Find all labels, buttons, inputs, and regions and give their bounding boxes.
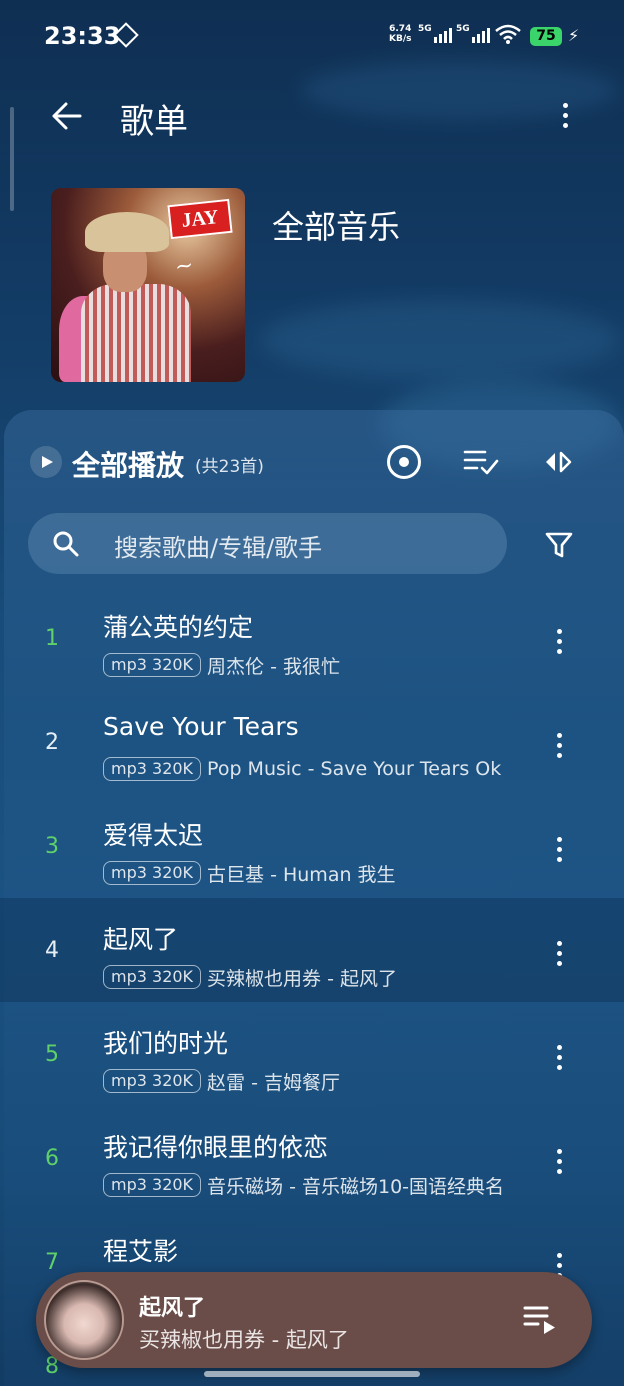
song-meta: 音乐磁场 - 音乐磁场10-国语经典名 bbox=[207, 1175, 505, 1198]
cover-badge: JAY bbox=[167, 198, 233, 240]
signal-strength-icon bbox=[472, 28, 490, 43]
page-title: 歌单 bbox=[120, 102, 188, 142]
network-speed-unit: KB/s bbox=[389, 34, 412, 44]
cover-art-shirt bbox=[81, 284, 191, 382]
song-index: 6 bbox=[45, 1146, 59, 1171]
play-all-button[interactable]: 全部播放 bbox=[72, 444, 184, 484]
playlist-name: 全部音乐 bbox=[272, 208, 401, 246]
sim2-label: 5G bbox=[456, 24, 470, 34]
filter-icon[interactable] bbox=[544, 530, 574, 560]
song-subtitle: mp3 320K 周杰伦 - 我很忙 bbox=[103, 652, 521, 678]
song-count: (共23首) bbox=[195, 457, 264, 477]
song-meta: 周杰伦 - 我很忙 bbox=[207, 655, 340, 678]
status-time: 23:33 bbox=[44, 22, 121, 50]
now-playing-cover[interactable] bbox=[44, 1280, 124, 1360]
song-row[interactable]: 2 Save Your Tears mp3 320K Pop Music - S… bbox=[0, 690, 624, 794]
play-icon[interactable] bbox=[30, 446, 62, 478]
cover-art-hat bbox=[85, 212, 169, 252]
song-more-icon[interactable] bbox=[548, 832, 570, 866]
song-title: 程艾影 bbox=[103, 1237, 179, 1266]
song-meta: 古巨基 - Human 我生 bbox=[207, 863, 396, 886]
search-icon bbox=[53, 531, 79, 557]
quality-badge: mp3 320K bbox=[103, 861, 202, 885]
battery-indicator: 75 bbox=[530, 27, 562, 46]
song-meta: 赵雷 - 吉姆餐厅 bbox=[207, 1071, 340, 1094]
quality-badge: mp3 320K bbox=[103, 1173, 202, 1197]
now-playing-title: 起风了 bbox=[139, 1296, 206, 1321]
song-row[interactable]: 1 蒲公英的约定 mp3 320K 周杰伦 - 我很忙 bbox=[0, 586, 624, 690]
song-row-now-playing[interactable]: 4 起风了 mp3 320K 买辣椒也用券 - 起风了 bbox=[0, 898, 624, 1002]
song-row[interactable]: 5 我们的时光 mp3 320K 赵雷 - 吉姆餐厅 bbox=[0, 1002, 624, 1106]
song-row[interactable]: 6 我记得你眼里的依恋 mp3 320K 音乐磁场 - 音乐磁场10-国语经典名 bbox=[0, 1106, 624, 1210]
song-more-icon[interactable] bbox=[548, 936, 570, 970]
song-subtitle: mp3 320K 音乐磁场 - 音乐磁场10-国语经典名 bbox=[103, 1172, 521, 1198]
more-vertical-icon[interactable] bbox=[553, 98, 577, 134]
quality-badge: mp3 320K bbox=[103, 757, 202, 781]
song-more-icon[interactable] bbox=[548, 624, 570, 658]
song-more-icon[interactable] bbox=[548, 1144, 570, 1178]
now-playing-subtitle: 买辣椒也用券 - 起风了 bbox=[139, 1328, 349, 1352]
song-more-icon[interactable] bbox=[548, 1040, 570, 1074]
playlist-cover[interactable]: JAY ~ bbox=[51, 188, 245, 382]
song-subtitle: mp3 320K 买辣椒也用券 - 起风了 bbox=[103, 964, 521, 990]
song-more-icon[interactable] bbox=[548, 728, 570, 762]
status-bar: 23:33 6.74 KB/s 5G 5G 75 ⚡ bbox=[0, 0, 624, 76]
song-meta: 买辣椒也用券 - 起风了 bbox=[207, 967, 397, 990]
multiselect-list-icon[interactable] bbox=[463, 448, 499, 476]
song-title: 我记得你眼里的依恋 bbox=[103, 1133, 329, 1162]
network-speed: 6.74 KB/s bbox=[389, 24, 411, 44]
signal-strength-icon bbox=[434, 28, 452, 43]
song-title: 爱得太迟 bbox=[103, 821, 204, 850]
song-index: 2 bbox=[45, 730, 59, 755]
locate-icon[interactable] bbox=[387, 445, 421, 479]
background-streak bbox=[260, 300, 620, 380]
wifi-icon bbox=[495, 24, 521, 44]
song-title: 我们的时光 bbox=[103, 1029, 229, 1058]
song-title: 蒲公英的约定 bbox=[103, 613, 254, 642]
song-subtitle: mp3 320K Pop Music - Save Your Tears Ok bbox=[103, 756, 521, 782]
header: 歌单 bbox=[0, 86, 624, 146]
charging-icon: ⚡ bbox=[568, 26, 580, 45]
song-index: 1 bbox=[45, 626, 59, 651]
network-speed-value: 6.74 bbox=[389, 24, 412, 34]
playlist-queue-icon[interactable] bbox=[522, 1302, 558, 1336]
play-all-toolbar: 全部播放 (共23首) bbox=[0, 430, 624, 494]
search-input[interactable]: 搜索歌曲/专辑/歌手 bbox=[28, 513, 507, 574]
song-index: 5 bbox=[45, 1042, 59, 1067]
mini-player[interactable]: 起风了 买辣椒也用券 - 起风了 bbox=[36, 1272, 592, 1368]
song-title: 起风了 bbox=[103, 925, 179, 954]
back-arrow-icon[interactable] bbox=[46, 96, 90, 136]
sim1-label: 5G bbox=[418, 24, 432, 34]
quality-badge: mp3 320K bbox=[103, 1069, 202, 1093]
song-title: Save Your Tears bbox=[103, 712, 299, 741]
song-subtitle: mp3 320K 赵雷 - 吉姆餐厅 bbox=[103, 1068, 521, 1094]
song-subtitle: mp3 320K 古巨基 - Human 我生 bbox=[103, 860, 521, 886]
home-indicator[interactable] bbox=[204, 1371, 420, 1377]
song-row[interactable]: 3 爱得太迟 mp3 320K 古巨基 - Human 我生 bbox=[0, 794, 624, 898]
quality-badge: mp3 320K bbox=[103, 965, 202, 989]
search-placeholder: 搜索歌曲/专辑/歌手 bbox=[114, 534, 323, 562]
song-meta: Pop Music - Save Your Tears Ok bbox=[207, 758, 502, 780]
sort-icon[interactable] bbox=[542, 448, 574, 476]
song-index: 4 bbox=[45, 938, 59, 963]
cover-signature: ~ bbox=[172, 252, 196, 281]
quality-badge: mp3 320K bbox=[103, 653, 202, 677]
song-index: 3 bbox=[45, 834, 59, 859]
